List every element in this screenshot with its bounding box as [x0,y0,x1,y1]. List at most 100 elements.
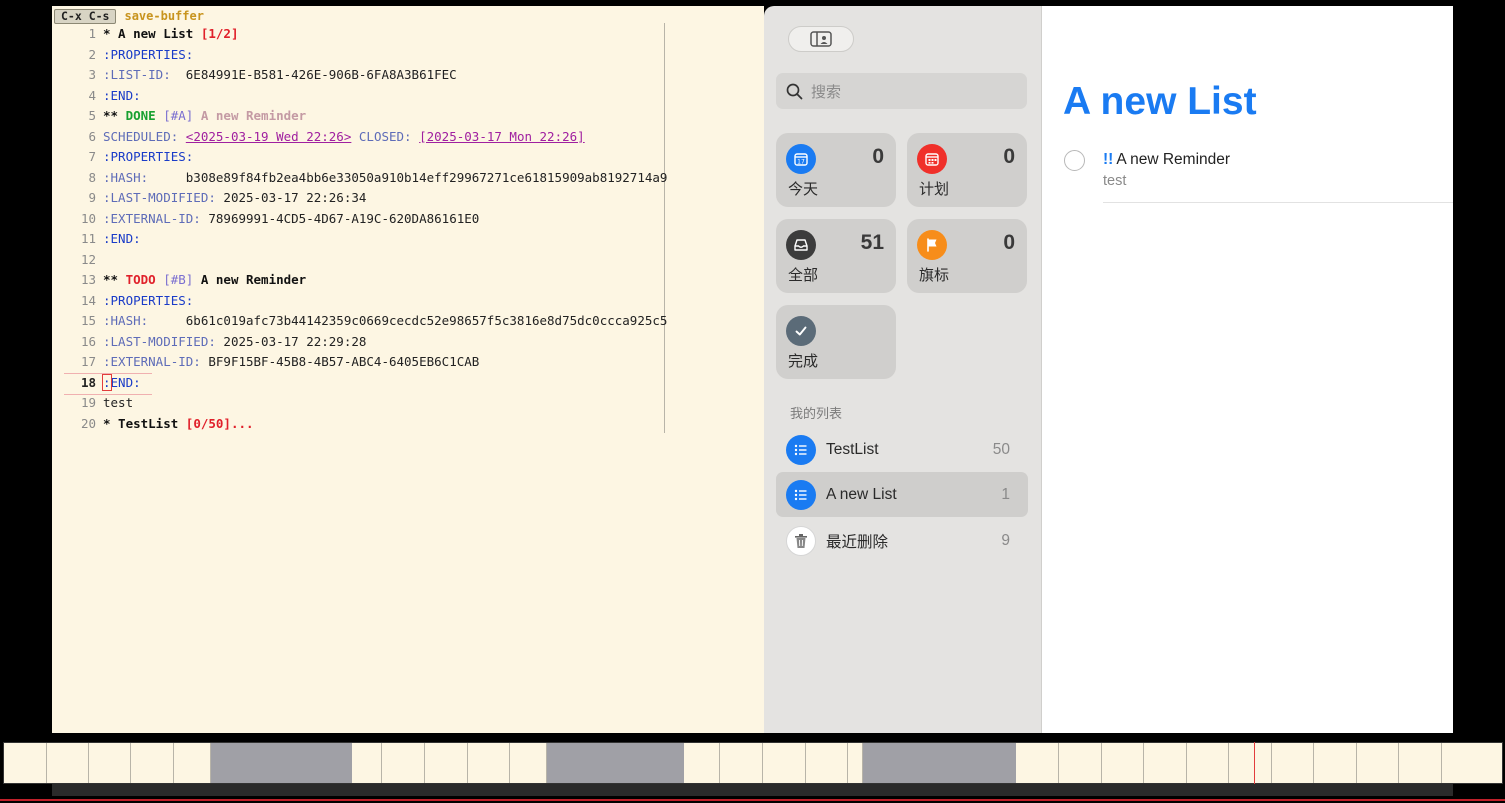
text-token: TODO [125,272,156,287]
timeline-segment [89,743,131,783]
editor-line[interactable]: 10 :EXTERNAL-ID: 78969991-4CD5-4D67-A19C-… [52,209,764,230]
complete-checkbox[interactable] [1064,150,1085,171]
editor-line[interactable]: 13 ** TODO [#B] A new Reminder [52,270,764,291]
line-content[interactable]: test [103,393,133,414]
editor-line[interactable]: 20 * TestList [0/50]... [52,414,764,435]
search-field[interactable]: 搜索 [776,73,1027,109]
text-token: 2025-03-17 22:26:34 [215,190,367,205]
smart-list-scheduled[interactable]: 0 计划 [907,133,1027,207]
editor-line[interactable]: 15:HASH: 6b61c019afc73b44142359c0669cecd… [52,311,764,332]
smart-list-today[interactable]: 17 0 今天 [776,133,896,207]
line-content[interactable]: :END: [103,229,141,250]
reminder-title[interactable]: A new Reminder [1116,151,1230,168]
list-name: A new List [826,485,897,503]
editor-line[interactable]: 16:LAST-MODIFIED: 2025-03-17 22:29:28 [52,332,764,353]
line-number: 2 [88,46,96,62]
line-content[interactable]: :HASH: b308e89f84fb2ea4bb6e33050a910b14e… [103,168,667,189]
reminder-title-line[interactable]: !! A new Reminder [1103,151,1230,169]
editor-line[interactable]: 1 * A new List [1/2] [52,24,764,45]
list-count: 9 [1001,531,1010,549]
line-number: 12 [80,251,96,267]
text-token: [2025-03-17 Mon 22:26] [419,128,585,144]
line-content[interactable]: SCHEDULED: <2025-03-19 Wed 22:26> CLOSED… [103,127,585,148]
text-token: SCHEDULED: [103,128,186,144]
editor-line[interactable]: 14 :PROPERTIES: [52,291,764,312]
text-token: BF9F15BF-45B8-4B57-ABC4-6405EB6C1CAB [200,354,480,369]
smart-list-completed[interactable]: 完成 [776,305,896,379]
editor-line[interactable]: 6 SCHEDULED: <2025-03-19 Wed 22:26> CLOSE… [52,127,764,148]
reminder-notes[interactable]: test [1103,173,1126,189]
line-content[interactable]: :HASH: 6b61c019afc73b44142359c0669cecdc5… [103,311,667,332]
line-content[interactable]: * TestList [0/50]... [103,414,254,435]
emacs-editor[interactable]: C-x C-s save-buffer 1 * A new List [1/2] 2… [52,6,764,733]
line-content[interactable]: :PROPERTIES: [103,147,193,168]
line-number: 1 [88,26,96,41]
calendar-grid-icon [917,144,947,174]
editor-line[interactable]: 12 [52,250,764,271]
smart-list-flagged[interactable]: 0 旗标 [907,219,1027,293]
sidebar-list-testlist[interactable]: TestList 50 [776,427,1028,472]
line-content[interactable]: :EXTERNAL-ID: BF9F15BF-45B8-4B57-ABC4-64… [103,352,479,373]
line-number: 20 [80,415,96,431]
all-label: 全部 [788,267,819,284]
line-content[interactable]: :PROPERTIES: [103,291,193,312]
timeline-segment [468,743,510,783]
text-token: :EXTERNAL-ID: [103,210,201,226]
timeline-segment [1187,743,1229,783]
editor-line[interactable]: 4:END: [52,86,764,107]
sidebar-list-a-new-list[interactable]: A new List 1 [776,472,1028,517]
editor-line[interactable]: 17:EXTERNAL-ID: BF9F15BF-45B8-4B57-ABC4-… [52,352,764,373]
text-token: test [103,395,134,410]
text-token: A new Reminder [193,272,307,287]
line-content[interactable]: :LIST-ID: 6E84991E-B581-426E-906B-6FA8A3… [103,65,457,86]
reminder-row[interactable]: !! A new Reminder test [1064,148,1453,204]
tray-icon [786,230,816,260]
line-content[interactable]: :END: [102,373,141,394]
line-number: 14 [80,292,96,308]
editor-line[interactable]: 19 test [52,393,764,414]
keycast-command: save-buffer [124,9,204,23]
editor-line[interactable]: 8:HASH: b308e89f84fb2ea4bb6e33050a910b14… [52,168,764,189]
timeline-playhead[interactable] [1254,742,1255,784]
line-content[interactable]: :EXTERNAL-ID: 78969991-4CD5-4D67-A19C-62… [103,209,479,230]
text-token: :HASH: [103,169,149,185]
text-token: :HASH: [103,313,149,328]
line-content[interactable]: :LAST-MODIFIED: 2025-03-17 22:29:28 [103,332,366,353]
timeline-segment [1272,743,1314,783]
line-number: 13 [80,272,96,287]
sidebar-toggle-button[interactable] [788,26,854,52]
smart-list-all[interactable]: 51 全部 [776,219,896,293]
text-token: <2025-03-19 Wed 22:26> [185,128,352,144]
editor-line[interactable]: 3:LIST-ID: 6E84991E-B581-426E-906B-6FA8A… [52,65,764,86]
line-content[interactable]: ** TODO [#B] A new Reminder [103,270,306,291]
line-content[interactable]: ** DONE [#A] A new Reminder [103,106,306,127]
text-token: [#B] [163,272,194,287]
list-bullet-icon [786,434,816,465]
editor-line[interactable]: 7:PROPERTIES: [52,147,764,168]
list-count: 50 [992,440,1010,458]
timeline-segment [720,743,763,783]
line-number: 5 [88,108,96,123]
editor-line[interactable]: 9:LAST-MODIFIED: 2025-03-17 22:26:34 [52,188,764,209]
timeline-segment [1399,743,1442,783]
line-content[interactable]: :LAST-MODIFIED: 2025-03-17 22:26:34 [103,188,366,209]
editor-line[interactable]: 18:END: [52,372,764,394]
line-content[interactable]: :END: [103,86,141,107]
text-token: * TestList [103,415,186,431]
editor-line[interactable]: 5 ** DONE [#A] A new Reminder [52,106,764,127]
line-number: 19 [80,395,96,410]
line-content[interactable]: * A new List [1/2] [103,24,238,45]
calendar-today-icon: 17 [786,144,816,174]
timeline-segment-active [863,743,1016,783]
list-name: 最近删除 [826,533,889,551]
red-edge [0,799,1505,801]
editor-line[interactable]: 2 :PROPERTIES: [52,45,764,66]
list-name: TestList [826,440,879,458]
text-token: :PROPERTIES: [103,149,194,164]
text-token: ** [103,272,126,287]
scheduled-count: 0 [1003,145,1015,168]
sidebar-list-recently-deleted[interactable]: 最近删除 9 [776,518,1028,563]
editor-line[interactable]: 11:END: [52,229,764,250]
line-number: 10 [80,210,96,226]
line-content[interactable]: :PROPERTIES: [103,45,193,66]
